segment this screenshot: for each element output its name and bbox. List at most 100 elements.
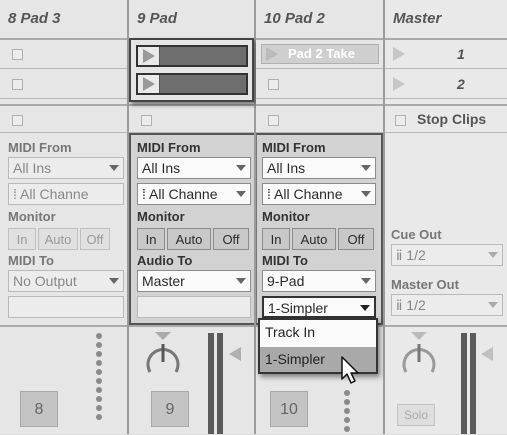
audio-to-label: Audio To	[137, 253, 193, 268]
channel-icon: ⁞	[13, 186, 21, 202]
midi-to-select[interactable]: No Output	[8, 270, 124, 292]
midi-from-value: All Ins	[142, 160, 181, 176]
track-stop-icon[interactable]	[141, 115, 152, 126]
chevron-down-icon	[488, 302, 498, 308]
track-stop-icon[interactable]	[12, 115, 23, 126]
clip-play-button[interactable]	[138, 47, 160, 65]
monitor-off-button[interactable]: Off	[80, 228, 110, 250]
clip-slot[interactable]: Pad 2 Take	[256, 40, 383, 69]
monitor-auto-button[interactable]: Auto	[292, 228, 336, 250]
level-meter	[217, 333, 223, 434]
monitor-label: Monitor	[8, 209, 56, 224]
stop-clips-label: Stop Clips	[417, 111, 487, 127]
midi-from-select[interactable]: All Ins	[262, 157, 376, 179]
channel-icon: ⁞	[267, 186, 275, 202]
play-icon	[143, 77, 155, 91]
meter-dots-icon	[344, 390, 350, 435]
monitor-auto-button[interactable]: Auto	[167, 228, 211, 250]
master-title[interactable]: Master	[385, 0, 507, 40]
clip[interactable]	[136, 73, 248, 95]
midi-to-value: No Output	[13, 273, 77, 289]
chevron-down-icon	[361, 191, 371, 197]
pan-knob-icon[interactable]	[397, 330, 441, 380]
track-title[interactable]: 8 Pad 3	[0, 0, 127, 40]
level-meter	[208, 333, 214, 434]
track-title[interactable]: 10 Pad 2	[256, 0, 383, 40]
track-stop-row	[129, 104, 254, 133]
track-activator-button[interactable]: 10	[270, 391, 308, 427]
stop-button-icon[interactable]	[12, 49, 23, 60]
monitor-off-button[interactable]: Off	[338, 228, 374, 250]
dropdown-option[interactable]: Track In	[260, 320, 376, 346]
stop-all-icon[interactable]	[395, 115, 406, 126]
master-out-value: 1/2	[406, 297, 426, 313]
stop-button-icon[interactable]	[12, 79, 23, 90]
scene-number: 2	[457, 76, 465, 92]
midi-from-select[interactable]: All Ins	[137, 157, 251, 179]
stop-all-clips-row[interactable]: Stop Clips	[385, 104, 507, 133]
track-stop-row	[256, 104, 383, 133]
midi-to-sub-select[interactable]	[8, 296, 124, 318]
midi-to-sub-value: 1-Simpler	[268, 300, 328, 316]
chevron-down-icon	[360, 305, 370, 311]
channel-value: All Channe	[274, 186, 343, 202]
channel-select[interactable]: ⁞ All Channe	[137, 183, 251, 205]
chevron-down-icon	[488, 252, 498, 258]
io-icon: ⅱ	[396, 297, 407, 313]
scene-launch-icon[interactable]	[393, 47, 405, 61]
midi-to-label: MIDI To	[262, 253, 308, 268]
chevron-down-icon	[361, 278, 371, 284]
master-out-select[interactable]: ⅱ 1/2	[391, 294, 503, 316]
channel-select[interactable]: ⁞ All Channe	[8, 183, 124, 205]
clip-slot[interactable]	[0, 40, 127, 69]
audio-to-sub-select[interactable]	[137, 296, 251, 318]
monitor-auto-button[interactable]: Auto	[38, 228, 78, 250]
monitor-in-button[interactable]: In	[8, 228, 36, 250]
play-icon[interactable]	[266, 47, 278, 61]
stop-button-icon[interactable]	[268, 79, 279, 90]
scene-number: 1	[457, 46, 465, 62]
midi-from-value: All Ins	[13, 160, 52, 176]
scene-launch-icon[interactable]	[393, 77, 405, 91]
track-activator-button[interactable]: 8	[20, 391, 58, 427]
midi-to-sub-select[interactable]: 1-Simpler	[262, 296, 376, 318]
monitor-off-button[interactable]: Off	[213, 228, 249, 250]
scene-slot[interactable]: 2	[385, 70, 507, 99]
volume-slider-icon[interactable]	[229, 347, 241, 361]
audio-to-select[interactable]: Master	[137, 270, 251, 292]
monitor-in-button[interactable]: In	[262, 228, 290, 250]
io-icon: ⅱ	[396, 247, 407, 263]
track-title[interactable]: 9 Pad	[129, 0, 254, 40]
chevron-down-icon	[236, 165, 246, 171]
track-activator-button[interactable]: 9	[151, 391, 189, 427]
track-stop-row	[0, 104, 127, 133]
clip[interactable]: Pad 2 Take	[261, 44, 379, 64]
level-meter	[470, 333, 476, 434]
master-column: Master 1 2 Stop Clips Cue Out ⅱ 1/2 Mast…	[385, 0, 507, 434]
cue-out-select[interactable]: ⅱ 1/2	[391, 244, 503, 266]
chevron-down-icon	[236, 278, 246, 284]
solo-button[interactable]: Solo	[397, 404, 435, 426]
clip-slot[interactable]	[0, 70, 127, 99]
monitor-in-button[interactable]: In	[137, 228, 165, 250]
meter-dots-icon	[96, 333, 102, 423]
chevron-down-icon	[361, 165, 371, 171]
cue-out-value: 1/2	[406, 247, 426, 263]
track-stop-icon[interactable]	[268, 115, 279, 126]
clip-name: Pad 2 Take	[288, 46, 355, 61]
channel-select[interactable]: ⁞ All Channe	[262, 183, 376, 205]
midi-to-select[interactable]: 9-Pad	[262, 270, 376, 292]
mixer-divider	[0, 325, 127, 327]
clip-play-button[interactable]	[138, 75, 160, 93]
cue-out-label: Cue Out	[391, 227, 442, 242]
level-meter	[461, 333, 467, 434]
clip-slot[interactable]	[256, 70, 383, 99]
pan-knob-icon[interactable]	[141, 330, 185, 380]
volume-slider-icon[interactable]	[481, 347, 493, 361]
clip[interactable]	[136, 45, 248, 67]
scene-slot[interactable]: 1	[385, 40, 507, 69]
midi-from-label: MIDI From	[8, 140, 72, 155]
midi-from-select[interactable]: All Ins	[8, 157, 124, 179]
track-column-8: 8 Pad 3 MIDI From All Ins ⁞ All Channe M…	[0, 0, 127, 434]
channel-value: All Channe	[149, 186, 218, 202]
